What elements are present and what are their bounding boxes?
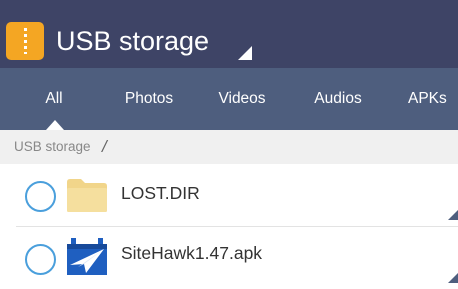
zipper-mark	[24, 28, 27, 54]
tab-audios[interactable]: Audios	[308, 68, 368, 130]
dropdown-triangle-icon[interactable]	[238, 46, 252, 60]
tab-videos[interactable]: Videos	[212, 68, 272, 130]
apk-icon	[67, 238, 107, 275]
row-options-indicator[interactable]	[448, 210, 458, 220]
zip-folder-icon[interactable]	[6, 22, 44, 60]
storage-title[interactable]: USB storage	[56, 22, 209, 60]
select-checkbox[interactable]	[25, 181, 56, 212]
breadcrumb: USB storage /	[0, 130, 458, 164]
file-row-sitehawk-apk[interactable]: SiteHawk1.47.apk	[0, 227, 458, 289]
folder-icon	[67, 179, 107, 212]
file-name: LOST.DIR	[121, 183, 200, 203]
row-options-indicator[interactable]	[448, 273, 458, 283]
breadcrumb-item-usb-storage[interactable]: USB storage	[14, 130, 91, 164]
tab-photos[interactable]: Photos	[118, 68, 180, 130]
tab-apks[interactable]: APKs	[408, 68, 458, 130]
selected-tab-indicator	[46, 120, 64, 130]
tab-bar: All Photos Videos Audios APKs	[0, 68, 458, 130]
file-name: SiteHawk1.47.apk	[121, 243, 263, 263]
select-checkbox[interactable]	[25, 244, 56, 275]
breadcrumb-separator: /	[102, 137, 107, 156]
file-row-lost-dir[interactable]: LOST.DIR	[0, 164, 458, 226]
title-bar: USB storage	[0, 0, 458, 68]
